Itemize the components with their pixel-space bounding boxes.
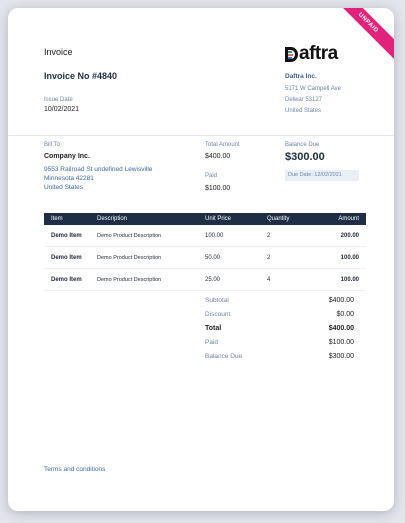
balance-due-label: Balance Due — [285, 142, 320, 148]
cell-quantity: 2 — [267, 254, 271, 261]
company-address1: 5171 W Campell Ave — [285, 86, 341, 92]
cell-quantity: 4 — [267, 276, 271, 283]
cell-unit-price: 50.00 — [205, 254, 221, 261]
cell-description: Demo Product Description — [97, 276, 162, 283]
cell-quantity: 2 — [267, 232, 271, 239]
bill-to-address1: 9553 Railroad St undefined Lewisville — [44, 166, 153, 173]
totals-section: Subtotal $400.00 Discount $0.00 Total $4… — [205, 297, 354, 368]
totals-paid-label: Paid — [205, 339, 219, 346]
invoice-heading: Invoice — [44, 47, 73, 57]
company-address2: Delwar 53127 — [285, 97, 323, 103]
company-country: United States — [285, 108, 322, 114]
paid-amount: $100.00 — [205, 185, 231, 192]
cell-description: Demo Product Description — [97, 232, 162, 239]
totals-paid-value: $100.00 — [328, 339, 354, 346]
header-item: Item — [51, 216, 63, 222]
terms-link[interactable]: Terms and conditions — [44, 466, 105, 473]
due-date-box: Due Date: 12/02/2021 — [285, 170, 359, 181]
header-unit-price: Unit Price — [205, 216, 232, 222]
bill-to-address2: Minnesota 42281 — [44, 175, 94, 182]
company-name: Daftra Inc. — [285, 73, 317, 80]
cell-item: Demo Item — [51, 276, 82, 283]
discount-value: $0.00 — [336, 311, 354, 318]
table-header: Item Description Unit Price Quantity Amo… — [44, 213, 366, 225]
total-amount-label: Total Amount — [205, 142, 240, 148]
invoice-card: UNPAID Invoice Invoice No #4840 Issue Da… — [8, 8, 394, 511]
header-divider — [8, 135, 394, 136]
bill-to-name: Company Inc. — [44, 153, 90, 160]
cell-description: Demo Product Description — [97, 254, 162, 261]
due-date: Due Date: 12/02/2021 — [288, 172, 342, 178]
daftra-logo-mark-icon — [285, 46, 298, 62]
daftra-logo: aftra — [285, 43, 338, 64]
cell-amount: 200.00 — [340, 232, 359, 239]
cell-item: Demo Item — [51, 254, 82, 261]
discount-label: Discount — [205, 311, 231, 318]
balance-label: Balance Due — [205, 353, 243, 360]
invoice-number: Invoice No #4840 — [44, 71, 118, 81]
bill-to-country: United States — [44, 184, 84, 191]
cell-amount: 100.00 — [340, 254, 359, 261]
table-row: Demo Item Demo Product Description 25.00… — [44, 269, 366, 291]
total-value: $400.00 — [328, 325, 354, 332]
items-table: Item Description Unit Price Quantity Amo… — [44, 213, 366, 291]
header-description: Description — [97, 216, 128, 222]
cell-amount: 100.00 — [340, 276, 359, 283]
cell-unit-price: 100.00 — [205, 232, 224, 239]
subtotal-label: Subtotal — [205, 297, 229, 304]
balance-due-amount: $300.00 — [285, 151, 325, 163]
total-amount: $400.00 — [205, 153, 231, 160]
header-quantity: Quantity — [267, 216, 290, 222]
logo-text: aftra — [299, 43, 338, 64]
issue-date-label: Issue Date — [44, 97, 73, 103]
table-row: Demo Item Demo Product Description 100.0… — [44, 225, 366, 247]
header-amount: Amount — [338, 216, 359, 222]
cell-item: Demo Item — [51, 232, 82, 239]
table-row: Demo Item Demo Product Description 50.00… — [44, 247, 366, 269]
paid-label: Paid — [205, 173, 218, 179]
balance-value: $300.00 — [328, 353, 354, 360]
bill-to-label: Bill To — [44, 142, 60, 148]
total-label: Total — [205, 325, 222, 332]
cell-unit-price: 25.00 — [205, 276, 221, 283]
subtotal-value: $400.00 — [328, 297, 354, 304]
issue-date: 10/02/2021 — [44, 106, 80, 113]
